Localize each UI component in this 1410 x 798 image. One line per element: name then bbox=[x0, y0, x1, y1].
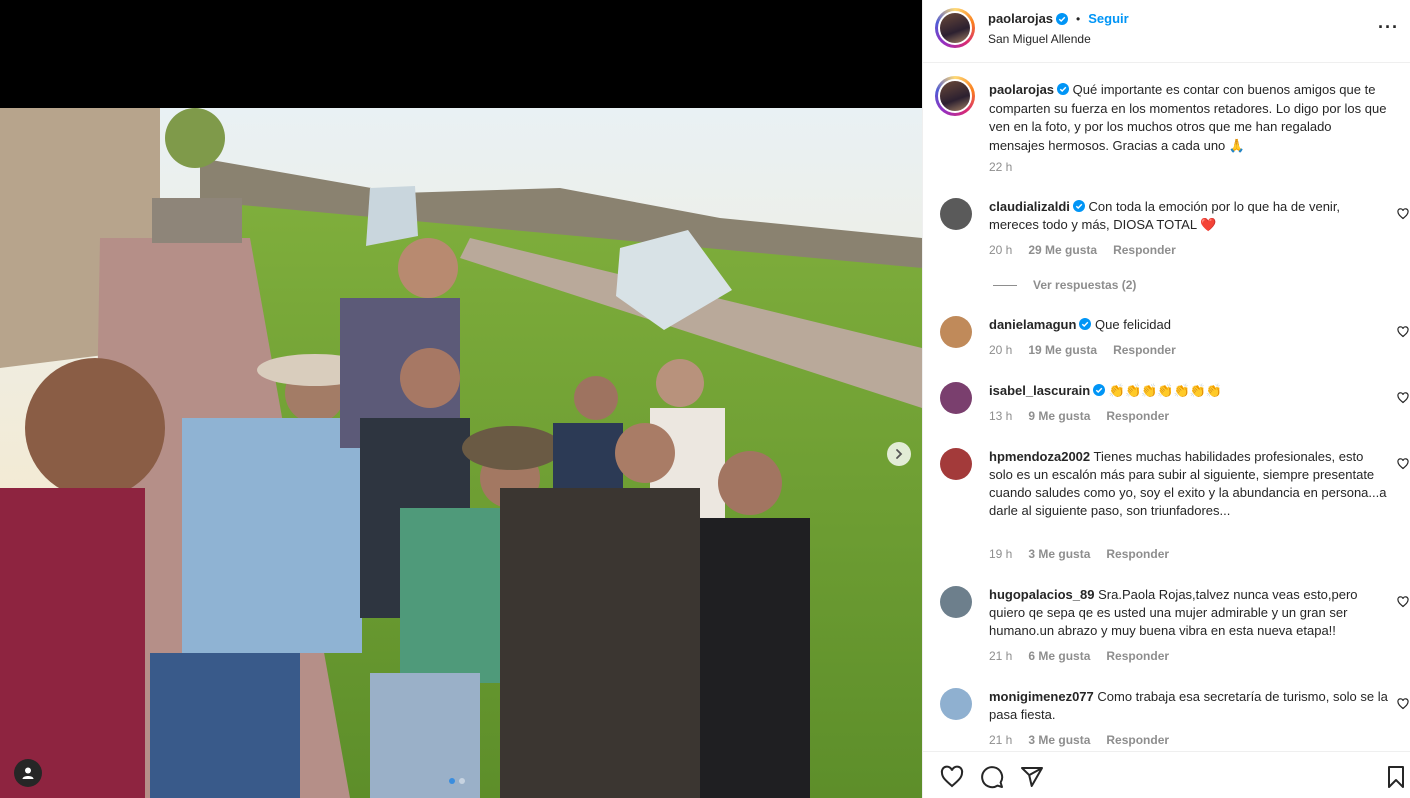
chevron-right-icon bbox=[896, 449, 903, 459]
comment-likes[interactable]: 19 Me gusta bbox=[1028, 343, 1097, 357]
commenter-username[interactable]: hugopalacios_89 bbox=[989, 587, 1094, 602]
comment-likes[interactable]: 29 Me gusta bbox=[1028, 243, 1097, 257]
caption-avatar[interactable] bbox=[935, 76, 975, 116]
verified-badge-icon bbox=[1057, 83, 1070, 95]
comment-likes[interactable]: 3 Me gusta bbox=[1028, 547, 1090, 561]
commenter-username[interactable]: danielamagun bbox=[989, 317, 1076, 332]
user-icon bbox=[22, 767, 34, 779]
reply-button[interactable]: Responder bbox=[1113, 243, 1176, 257]
caption-timestamp[interactable]: 22 h bbox=[989, 160, 1012, 174]
commenter-avatar[interactable] bbox=[940, 198, 972, 230]
like-comment-icon[interactable] bbox=[1397, 698, 1409, 710]
caption-text: paolarojas Qué importante es contar con … bbox=[989, 81, 1389, 155]
verified-badge-icon bbox=[1056, 12, 1069, 25]
like-comment-icon[interactable] bbox=[1397, 208, 1409, 220]
comment-text: Que felicidad bbox=[1095, 317, 1171, 332]
comment-time[interactable]: 21 h bbox=[989, 649, 1012, 663]
comment-likes[interactable]: 9 Me gusta bbox=[1028, 409, 1090, 423]
separator-dot: • bbox=[1076, 11, 1081, 26]
like-comment-icon[interactable] bbox=[1397, 458, 1409, 470]
author-username[interactable]: paolarojas bbox=[988, 11, 1053, 26]
replies-divider bbox=[993, 284, 1017, 286]
group-selfie-photo bbox=[0, 108, 922, 798]
like-comment-icon[interactable] bbox=[1397, 596, 1409, 608]
post-caption: paolarojas Qué importante es contar con … bbox=[923, 64, 1410, 184]
comment-time[interactable]: 19 h bbox=[989, 547, 1012, 561]
verified-badge-icon bbox=[1072, 200, 1085, 212]
share-paper-plane-icon[interactable] bbox=[1020, 765, 1044, 789]
post-location[interactable]: San Miguel Allende bbox=[988, 32, 1091, 46]
commenter-avatar[interactable] bbox=[940, 448, 972, 480]
reply-button[interactable]: Responder bbox=[1106, 547, 1169, 561]
commenter-username[interactable]: claudializaldi bbox=[989, 199, 1070, 214]
caption-username[interactable]: paolarojas bbox=[989, 82, 1054, 97]
commenter-username[interactable]: hpmendoza2002 bbox=[989, 449, 1090, 464]
save-bookmark-icon[interactable] bbox=[1384, 765, 1408, 789]
comment-time[interactable]: 13 h bbox=[989, 409, 1012, 423]
post-media bbox=[0, 0, 922, 798]
reply-button[interactable]: Responder bbox=[1113, 343, 1176, 357]
carousel-indicator bbox=[449, 778, 465, 784]
comment-text: 👏👏👏👏👏👏👏 bbox=[1108, 383, 1223, 398]
carousel-dot bbox=[459, 778, 465, 784]
reply-button[interactable]: Responder bbox=[1106, 649, 1169, 663]
commenter-avatar[interactable] bbox=[940, 382, 972, 414]
post-side-panel: paolarojas • Seguir San Miguel Allende ·… bbox=[922, 0, 1410, 798]
comment-time[interactable]: 20 h bbox=[989, 343, 1012, 357]
comment-bubble-icon[interactable] bbox=[980, 765, 1004, 789]
verified-badge-icon bbox=[1093, 384, 1106, 396]
commenter-username[interactable]: monigimenez077 bbox=[989, 689, 1094, 704]
comment-time[interactable]: 21 h bbox=[989, 733, 1012, 747]
view-replies-button[interactable]: Ver respuestas (2) bbox=[993, 278, 1136, 292]
follow-button[interactable]: Seguir bbox=[1088, 11, 1128, 26]
tagged-people-button[interactable] bbox=[14, 759, 42, 787]
post-header: paolarojas • Seguir San Miguel Allende ·… bbox=[923, 0, 1410, 63]
carousel-dot-active bbox=[449, 778, 455, 784]
more-options-button[interactable]: ··· bbox=[1378, 18, 1399, 36]
like-comment-icon[interactable] bbox=[1397, 392, 1409, 404]
commenter-username[interactable]: isabel_lascurain bbox=[989, 383, 1090, 398]
commenter-avatar[interactable] bbox=[940, 586, 972, 618]
comment-likes[interactable]: 3 Me gusta bbox=[1028, 733, 1090, 747]
post-photo[interactable] bbox=[0, 108, 922, 798]
reply-button[interactable]: Responder bbox=[1106, 733, 1169, 747]
post-actions-bar bbox=[923, 751, 1410, 798]
comment-time[interactable]: 20 h bbox=[989, 243, 1012, 257]
like-comment-icon[interactable] bbox=[1397, 326, 1409, 338]
commenter-avatar[interactable] bbox=[940, 316, 972, 348]
view-replies-label[interactable]: Ver respuestas (2) bbox=[1033, 278, 1136, 292]
reply-button[interactable]: Responder bbox=[1106, 409, 1169, 423]
next-photo-button[interactable] bbox=[887, 442, 911, 466]
author-avatar[interactable] bbox=[935, 8, 975, 48]
like-heart-icon[interactable] bbox=[940, 765, 964, 789]
commenter-avatar[interactable] bbox=[940, 688, 972, 720]
comment-likes[interactable]: 6 Me gusta bbox=[1028, 649, 1090, 663]
verified-badge-icon bbox=[1079, 318, 1092, 330]
